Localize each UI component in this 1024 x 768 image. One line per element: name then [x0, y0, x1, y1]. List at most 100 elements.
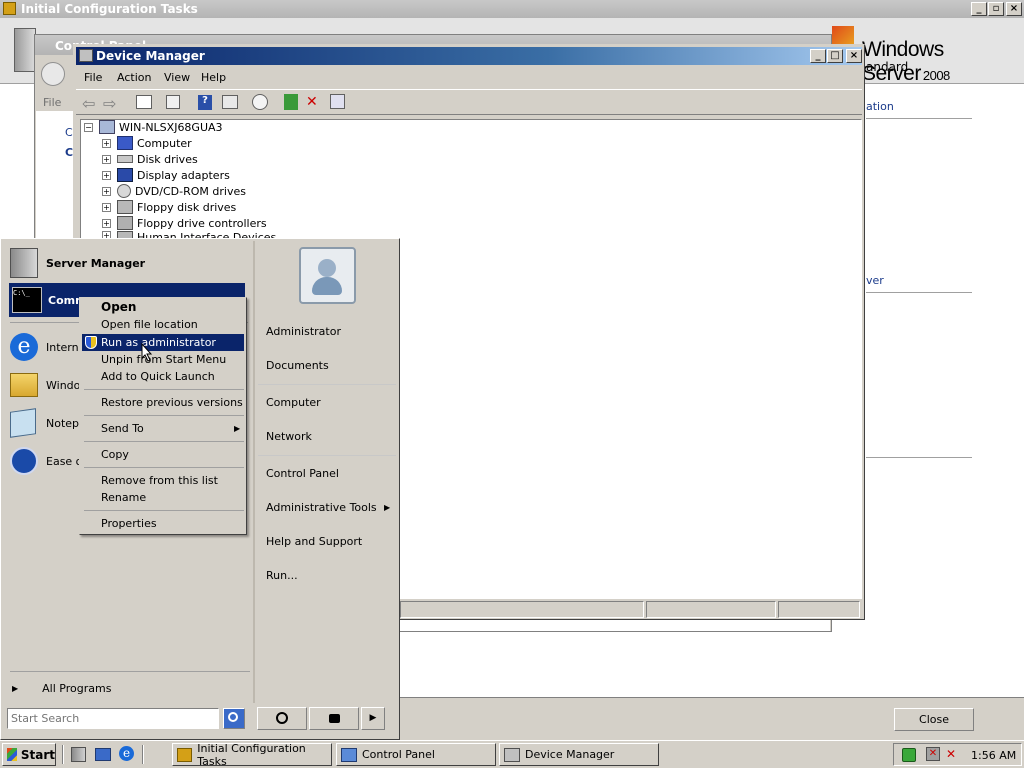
taskbar-control-panel[interactable]: Control Panel: [336, 743, 496, 766]
volume-muted-icon[interactable]: ✕: [946, 747, 956, 761]
ict-minimize-button[interactable]: _: [971, 2, 987, 16]
dm-titlebar[interactable]: Device Manager _ □ ×: [76, 47, 862, 65]
dm-menu-help[interactable]: Help: [201, 71, 226, 84]
show-hide-tree-icon[interactable]: [136, 95, 152, 109]
ease-icon: [10, 447, 38, 475]
dm-maximize-button[interactable]: □: [827, 49, 843, 63]
user-picture[interactable]: [299, 247, 356, 304]
ict-restore-button[interactable]: ▫: [988, 2, 1004, 16]
cp-back-icon[interactable]: [41, 62, 65, 86]
dm-menu-view[interactable]: View: [164, 71, 190, 84]
right-separator-1: [258, 384, 396, 385]
back-arrow-icon[interactable]: ⇦: [82, 94, 95, 113]
expand-icon[interactable]: +: [102, 202, 111, 212]
quick-launch-separator: [62, 745, 64, 764]
update-driver-icon[interactable]: [284, 94, 298, 110]
uninstall-icon[interactable]: ✕: [306, 94, 318, 110]
security-center-icon[interactable]: [902, 748, 916, 762]
expand-icon[interactable]: +: [102, 154, 111, 164]
tree-item-label: Floppy disk drives: [137, 200, 237, 214]
start-right-run[interactable]: Run...: [266, 569, 298, 582]
ict-titlebar[interactable]: Initial Configuration Tasks _ ▫ ×: [0, 0, 1024, 18]
user-icon: [318, 259, 336, 277]
collapse-icon[interactable]: −: [84, 122, 93, 132]
taskbar-initial-config[interactable]: Initial Configuration Tasks: [172, 742, 332, 768]
ctx-properties[interactable]: Properties: [101, 515, 157, 532]
ctx-open[interactable]: Open: [101, 299, 136, 316]
shutdown-options-button[interactable]: ▶: [361, 707, 385, 730]
start-right-administrator[interactable]: Administrator: [266, 325, 341, 338]
ctx-separator: [84, 467, 244, 468]
start-item-server-manager[interactable]: Server Manager: [10, 245, 246, 281]
properties-icon[interactable]: [166, 95, 180, 109]
show-desktop-icon[interactable]: [95, 748, 111, 761]
notepad-icon: [10, 408, 36, 438]
ie-quick-icon[interactable]: e: [119, 746, 134, 761]
all-programs-separator: [10, 671, 250, 672]
dm-menu-file[interactable]: File: [84, 71, 102, 84]
clock[interactable]: 1:56 AM: [971, 749, 1016, 762]
taskbar-label: Control Panel: [362, 748, 435, 761]
expand-icon[interactable]: +: [102, 218, 111, 228]
network-disconnected-icon[interactable]: ✕: [926, 747, 940, 761]
taskbar-device-manager[interactable]: Device Manager: [499, 743, 659, 766]
ict-link-fragment-2[interactable]: ver: [866, 274, 884, 287]
console-tree-icon[interactable]: [222, 95, 238, 109]
ie-icon: e: [10, 333, 38, 361]
tree-item-disk-drives[interactable]: + Disk drives: [102, 151, 198, 167]
disable-device-icon[interactable]: [330, 94, 345, 109]
expand-icon[interactable]: +: [102, 138, 111, 148]
start-right-network[interactable]: Network: [266, 430, 312, 443]
forward-arrow-icon[interactable]: ⇨: [103, 94, 116, 113]
dm-menu-action[interactable]: Action: [117, 71, 151, 84]
tree-item-display-adapters[interactable]: + Display adapters: [102, 167, 230, 183]
device-manager-icon: [79, 49, 93, 62]
ctx-add-quick-launch[interactable]: Add to Quick Launch: [101, 368, 215, 385]
help-icon[interactable]: ?: [198, 95, 212, 110]
ctx-open-file-location[interactable]: Open file location: [101, 316, 198, 333]
ctx-run-as-admin[interactable]: Run as administrator: [82, 334, 244, 351]
ctx-unpin-start-menu[interactable]: Unpin from Start Menu: [101, 351, 226, 368]
cp-menu-file[interactable]: File: [43, 96, 61, 109]
tree-item-label: Display adapters: [137, 168, 230, 182]
tree-item-computer[interactable]: + Computer: [102, 135, 192, 151]
server-manager-quick-icon[interactable]: [71, 747, 86, 762]
start-right-documents[interactable]: Documents: [266, 359, 329, 372]
right-separator-2: [258, 455, 396, 456]
expand-icon[interactable]: +: [102, 186, 111, 196]
expand-icon[interactable]: +: [102, 170, 111, 180]
floppy-controller-icon: [117, 216, 133, 230]
tree-item-floppy-controllers[interactable]: + Floppy drive controllers: [102, 215, 267, 231]
ctx-remove-from-list[interactable]: Remove from this list: [101, 472, 218, 489]
start-right-computer[interactable]: Computer: [266, 396, 321, 409]
power-button[interactable]: [257, 707, 307, 730]
lock-button[interactable]: [309, 707, 359, 730]
start-button[interactable]: Start: [2, 743, 56, 766]
dm-toolbar: ⇦ ⇨ ? ✕: [76, 89, 862, 115]
dm-close-button[interactable]: ×: [846, 49, 862, 63]
tree-item-floppy-disk-drives[interactable]: + Floppy disk drives: [102, 199, 236, 215]
scan-hardware-icon[interactable]: [252, 94, 268, 110]
ctx-send-to[interactable]: Send To: [101, 420, 144, 437]
close-button[interactable]: Close: [894, 708, 974, 731]
ctx-copy[interactable]: Copy: [101, 446, 129, 463]
start-right-administrative-tools[interactable]: Administrative Tools: [266, 501, 377, 514]
ctx-rename[interactable]: Rename: [101, 489, 146, 506]
start-search-input[interactable]: [7, 708, 219, 729]
ctx-restore-previous[interactable]: Restore previous versions: [101, 394, 243, 411]
start-right-control-panel[interactable]: Control Panel: [266, 467, 339, 480]
ict-close-button[interactable]: ×: [1006, 2, 1022, 16]
tree-item-dvd-drives[interactable]: + DVD/CD-ROM drives: [102, 183, 246, 199]
floppy-drive-icon: [117, 200, 133, 214]
start-item-label: Ease o: [46, 454, 83, 468]
start-right-help-and-support[interactable]: Help and Support: [266, 535, 362, 548]
tree-root[interactable]: − WIN-NLSXJ68GUA3: [84, 119, 223, 135]
ict-divider-3: [866, 457, 972, 458]
dm-minimize-button[interactable]: _: [810, 49, 826, 63]
dm-title: Device Manager: [96, 49, 205, 63]
ict-link-fragment-1[interactable]: ation: [866, 100, 894, 113]
search-button[interactable]: [223, 708, 245, 729]
tree-item-label: Computer: [137, 136, 192, 150]
tree-item-label: DVD/CD-ROM drives: [135, 184, 246, 198]
all-programs[interactable]: ▶ All Programs: [10, 680, 248, 696]
